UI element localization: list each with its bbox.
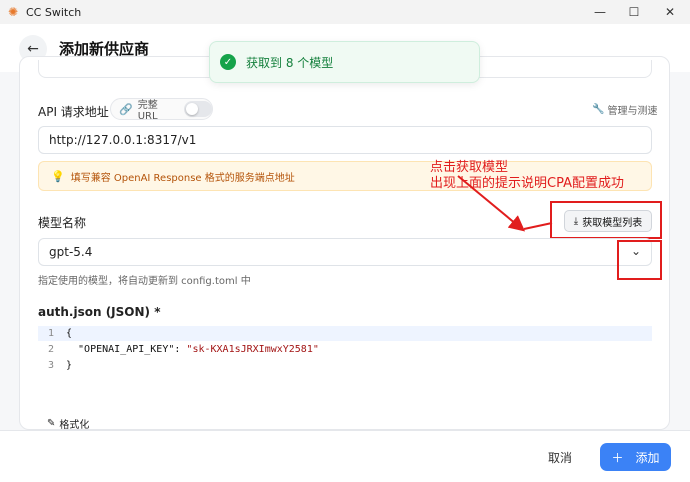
- maximize-button[interactable]: ☐: [618, 0, 650, 24]
- code-line: 3 }: [38, 358, 652, 373]
- plus-icon: ＋: [611, 450, 624, 465]
- line-number: 3: [47, 360, 54, 371]
- full-url-label: 完整 URL: [137, 100, 158, 122]
- json-value: "sk-KXA1sJRXImwxY2581": [186, 344, 319, 355]
- line-number: 1: [47, 328, 54, 339]
- magic-wand-icon: ✎: [47, 418, 56, 429]
- minimize-button[interactable]: —: [584, 0, 616, 24]
- chevron-down-icon[interactable]: ⌄: [631, 244, 641, 258]
- code-line: 2 "OPENAI_API_KEY": "sk-KXA1sJRXImwxY258…: [38, 342, 652, 357]
- annotation-line-2: 出现上面的提示说明CPA配置成功: [430, 176, 624, 191]
- full-url-switch[interactable]: [183, 101, 212, 117]
- close-button[interactable]: ✕: [654, 0, 686, 24]
- lightbulb-icon: 💡: [51, 169, 65, 183]
- api-hint-text: 填写兼容 OpenAI Response 格式的服务端点地址: [70, 172, 295, 184]
- api-url-label: API 请求地址: [38, 105, 109, 119]
- code-line: 1 {: [38, 326, 652, 341]
- switch-knob: [185, 103, 198, 115]
- manage-label: 管理与测速: [607, 106, 658, 117]
- title-bar: ✺ CC Switch — ☐ ✕: [0, 0, 690, 24]
- check-circle-icon: ✓: [220, 54, 236, 70]
- footer-bar: 取消 ＋ 添加: [0, 430, 690, 482]
- toast-message: 获取到 8 个模型: [246, 55, 334, 70]
- model-name-label: 模型名称: [38, 216, 87, 230]
- wrench-icon: 🔧: [592, 104, 605, 115]
- arrow-left-icon: ←: [27, 41, 39, 57]
- app-logo-icon: ✺: [8, 5, 19, 19]
- code-text: {: [66, 328, 73, 339]
- full-url-toggle[interactable]: 🔗 完整 URL: [110, 98, 213, 122]
- fetch-models-label: 获取模型列表: [582, 217, 643, 229]
- success-toast: ✓ 获取到 8 个模型: [209, 41, 480, 83]
- add-label: 添加: [635, 450, 660, 465]
- annotation-line-1: 点击获取模型: [430, 160, 509, 175]
- auth-json-editor[interactable]: 1 { 2 "OPENAI_API_KEY": "sk-KXA1sJRXImwx…: [38, 326, 652, 374]
- json-key: "OPENAI_API_KEY":: [66, 344, 187, 355]
- window-title: CC Switch: [26, 5, 82, 19]
- model-help-text: 指定使用的模型，将自动更新到 config.toml 中: [38, 276, 251, 287]
- api-url-input[interactable]: http://127.0.0.1:8317/v1: [38, 126, 652, 154]
- annotation-text: 点击获取模型 出现上面的提示说明CPA配置成功: [430, 160, 624, 192]
- code-text: }: [66, 360, 73, 371]
- model-select[interactable]: gpt-5.4: [38, 238, 652, 266]
- download-icon: ⤓: [573, 215, 579, 227]
- format-button[interactable]: ✎ 格式化: [47, 416, 89, 431]
- cancel-button[interactable]: 取消: [548, 449, 572, 466]
- auth-json-label: auth.json (JSON) *: [38, 305, 161, 319]
- manage-speedtest-link[interactable]: 🔧 管理与测速: [592, 102, 657, 117]
- format-label: 格式化: [59, 420, 90, 431]
- line-number: 2: [47, 344, 54, 355]
- link-icon: 🔗: [119, 102, 133, 116]
- add-button[interactable]: ＋ 添加: [600, 443, 671, 471]
- code-text: "OPENAI_API_KEY": "sk-KXA1sJRXImwxY2581": [66, 344, 319, 355]
- fetch-models-button[interactable]: ⤓ 获取模型列表: [564, 210, 652, 232]
